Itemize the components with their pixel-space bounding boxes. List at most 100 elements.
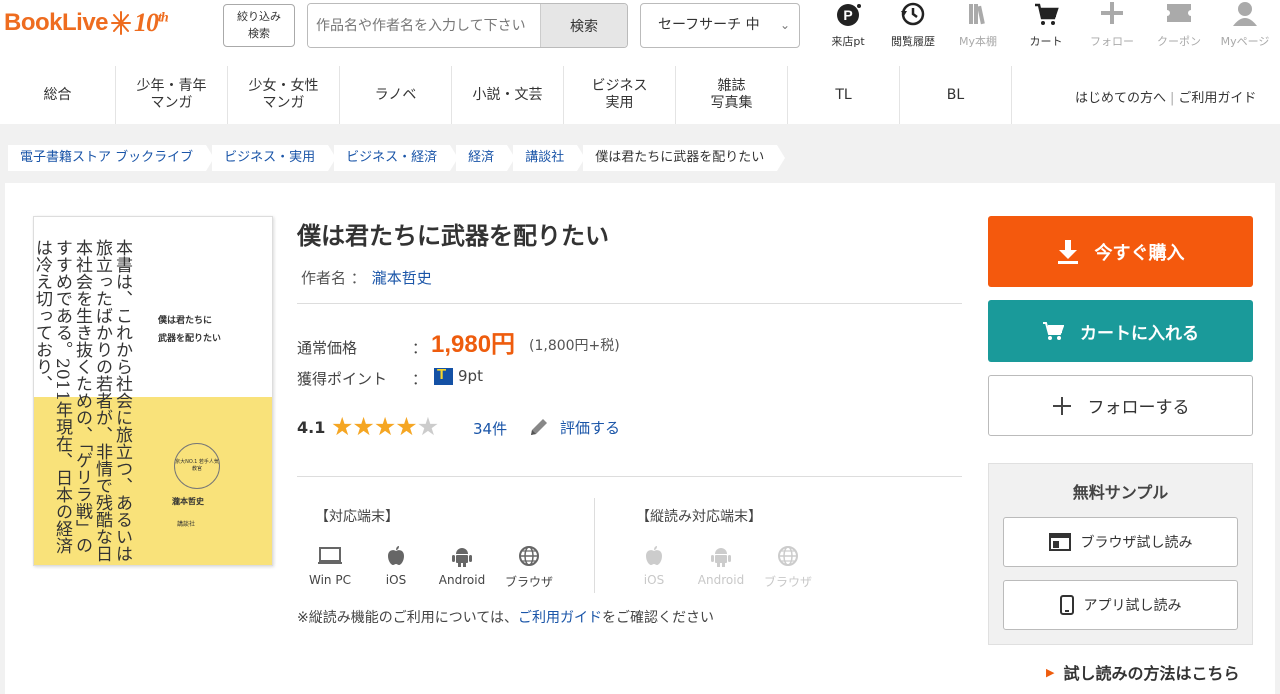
follow-button[interactable]: フォローする <box>988 375 1253 436</box>
browser-sample-button[interactable]: ブラウザ試し読み <box>1003 517 1238 567</box>
header-icon-label: Myページ <box>1220 35 1270 48</box>
header-icon-label: 閲覧履歴 <box>891 35 935 48</box>
cover-title-line2: 武器を配りたい <box>158 334 222 344</box>
free-sample-title-text: 無料サンプル <box>1072 483 1169 502</box>
filter-search-button[interactable]: 絞り込み 検索 <box>223 4 295 47</box>
device-ios: iOS <box>366 545 426 587</box>
search-input[interactable] <box>308 4 540 47</box>
points-colon: ： <box>412 370 428 388</box>
search-box: 検索 <box>307 3 628 48</box>
header-coupon[interactable]: クーポン <box>1149 0 1209 49</box>
logo-text: BookLive <box>4 9 109 36</box>
buy-now-label: 今すぐ購入 <box>1094 242 1185 264</box>
safe-search-select[interactable]: セーフサーチ 中 ⌄ <box>640 3 800 48</box>
header-history[interactable]: 閲覧履歴 <box>883 0 943 49</box>
price-label: 通常価格 <box>297 339 358 357</box>
chevron-down-icon: ⌄ <box>779 18 790 32</box>
author-label: 作者名 ： <box>301 269 366 287</box>
breadcrumb-economy[interactable]: 経済 <box>456 145 516 171</box>
filter-label-line2: 検索 <box>248 27 270 40</box>
buy-now-button[interactable]: 今すぐ購入 <box>988 216 1253 287</box>
vertical-device-browser: ブラウザ <box>758 545 818 590</box>
coupon-icon <box>1164 4 1194 22</box>
device-label: Android <box>697 573 745 587</box>
price-colon: ： <box>412 339 428 357</box>
breadcrumb-business-economy[interactable]: ビジネス・経済 <box>334 145 459 171</box>
category-magazine[interactable]: 雑誌 写真集 <box>676 66 788 124</box>
author-row: 作者名 ： 瀧本哲史 <box>301 267 432 288</box>
book-cover[interactable]: 本書は、これから社会に旅立つ、あるいは旅立ったばかりの若者が、非情で残酷な日本社… <box>33 216 273 566</box>
note-guide-link[interactable]: ご利用ガイド <box>518 610 602 626</box>
guide-link[interactable]: ご利用ガイド <box>1178 91 1256 106</box>
device-label: iOS <box>385 573 407 587</box>
add-to-cart-label: カートに入れる <box>1080 323 1199 344</box>
apple-icon <box>388 546 404 565</box>
beginner-link[interactable]: はじめての方へ <box>1075 91 1166 106</box>
points-label: 獲得ポイント <box>297 370 388 388</box>
vertical-devices-title: 【縦読み対応端末】 <box>636 509 762 525</box>
header-bookshelf[interactable]: My本棚 <box>948 0 1008 49</box>
app-sample-button[interactable]: アプリ試し読み <box>1003 580 1238 630</box>
category-light-novel[interactable]: ラノベ <box>340 66 452 124</box>
device-label: ブラウザ <box>504 575 553 589</box>
category-bl[interactable]: BL <box>900 66 1012 124</box>
rate-link[interactable]: 評価する <box>528 416 620 438</box>
header-visit-point[interactable]: P 来店pt <box>818 0 878 49</box>
review-count-link[interactable]: 34件 <box>473 418 507 439</box>
cart-icon <box>1043 322 1064 340</box>
category-shonen-manga[interactable]: 少年・青年 マンガ <box>116 66 228 124</box>
category-novel[interactable]: 小説・文芸 <box>452 66 564 124</box>
header-icon-label: フォロー <box>1090 35 1134 48</box>
sample-howto-link[interactable]: ▶ 試し読みの方法はこちら <box>1046 660 1239 684</box>
category-all[interactable]: 総合 <box>0 66 116 124</box>
pc-icon <box>318 547 342 564</box>
smartphone-icon <box>1059 595 1074 615</box>
device-android: Android <box>432 545 492 587</box>
download-icon <box>1057 239 1078 264</box>
cart-icon <box>1035 3 1059 25</box>
logo-burst-icon <box>111 11 132 35</box>
divider <box>297 303 962 304</box>
rating-stars: ★★★★★ <box>331 412 439 441</box>
price-tax: (1,800円+税) <box>529 338 620 354</box>
rating-score: 4.1 <box>297 418 326 437</box>
safe-search-value: セーフサーチ 中 <box>658 17 760 33</box>
android-icon <box>711 548 731 567</box>
user-icon <box>1233 2 1257 26</box>
apple-icon <box>646 546 662 565</box>
device-win-pc: Win PC <box>300 545 360 587</box>
plus-icon <box>1052 396 1071 415</box>
device-label: ブラウザ <box>763 575 812 589</box>
star-icon: ★ <box>331 412 353 441</box>
cover-title: 僕は君たちに 武器を配りたい <box>158 312 221 348</box>
header-mypage[interactable]: Myページ <box>1215 0 1275 49</box>
search-button[interactable]: 検索 <box>540 4 627 47</box>
book-title: 僕は君たちに武器を配りたい <box>297 222 609 250</box>
category-tl[interactable]: TL <box>788 66 900 124</box>
points-value: 9pt <box>458 367 483 385</box>
follow-label: フォローする <box>1087 398 1190 418</box>
device-label: Win PC <box>309 573 351 587</box>
logo-anniversary: 10th <box>134 8 169 38</box>
howto-label: 試し読みの方法はこちら <box>1063 664 1240 683</box>
help-links: はじめての方へ | ご利用ガイド <box>1075 87 1256 106</box>
header-icon-menu: P 来店pt 閲覧履歴 My本棚 カート フォロー クーポン Myページ <box>820 0 1280 52</box>
breadcrumb: 電子書籍ストア ブックライブ ビジネス・実用 ビジネス・経済 経済 講談社 僕は… <box>8 145 786 171</box>
booklive-logo[interactable]: BookLive 10th <box>4 6 169 40</box>
author-link[interactable]: 瀧本哲史 <box>372 269 432 287</box>
supported-devices-title: 【対応端末】 <box>315 509 399 525</box>
vertical-device-ios: iOS <box>624 545 684 587</box>
breadcrumb-publisher[interactable]: 講談社 <box>513 145 586 171</box>
header-follow[interactable]: フォロー <box>1082 0 1142 49</box>
vertical-reading-note: ※縦読み機能のご利用については、ご利用ガイドをご確認ください <box>297 607 714 627</box>
category-shojo-manga[interactable]: 少女・女性 マンガ <box>228 66 340 124</box>
breadcrumb-store[interactable]: 電子書籍ストア ブックライブ <box>8 145 215 171</box>
header-cart[interactable]: カート <box>1016 0 1076 49</box>
breadcrumb-business[interactable]: ビジネス・実用 <box>212 145 337 171</box>
star-icon: ★ <box>352 412 374 441</box>
t-point-icon <box>434 366 453 385</box>
triangle-right-icon: ▶ <box>1046 665 1055 679</box>
header-icon-label: クーポン <box>1157 35 1201 48</box>
add-to-cart-button[interactable]: カートに入れる <box>988 300 1253 362</box>
category-business[interactable]: ビジネス 実用 <box>564 66 676 124</box>
